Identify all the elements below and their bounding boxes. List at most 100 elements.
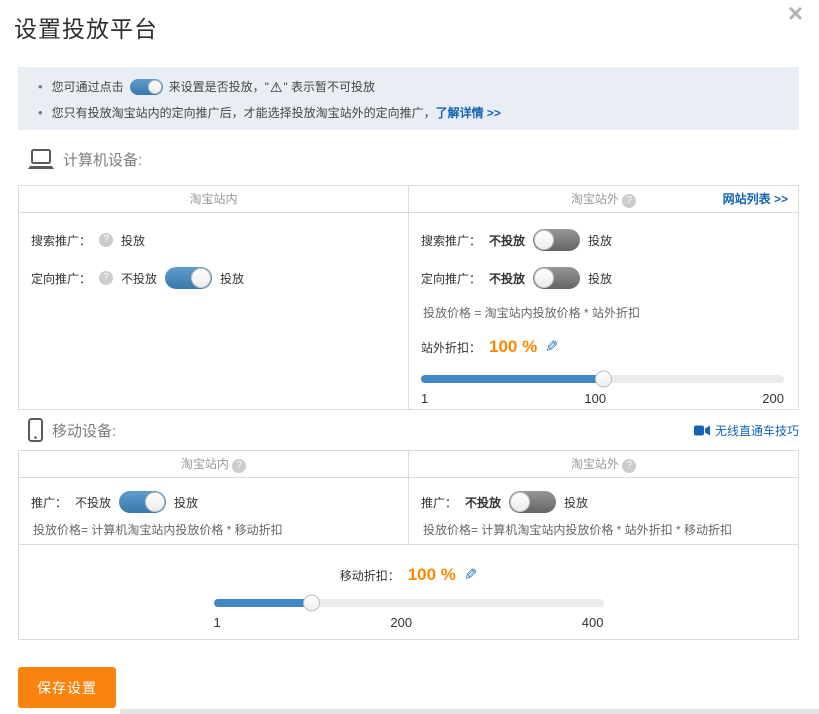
row-label: 推广：	[31, 494, 67, 511]
header-taobao-outside: 淘宝站外 ?	[408, 451, 798, 477]
notice-text: " 表示暂不可投放	[283, 77, 375, 97]
promo-row: 推广： 不投放 投放	[421, 491, 784, 513]
mobile-outside-cell: 推广： 不投放 投放 投放价格= 计算机淘宝站内投放价格 * 站外折扣 * 移动…	[408, 478, 798, 544]
search-promo-row: 搜索推广： ? 投放	[31, 229, 394, 251]
slider-knob[interactable]	[303, 595, 320, 612]
notice-line-2: • 您只有投放淘宝站内的定向推广后，才能选择投放淘宝站外的定向推广， 了解详情 …	[32, 103, 785, 123]
slider-max-label: 200	[762, 391, 784, 406]
off-label: 不投放	[465, 494, 501, 511]
mobile-table-header: 淘宝站内 ? 淘宝站外 ?	[19, 451, 798, 478]
computer-section-label: 计算机设备:	[63, 149, 142, 170]
slider-track[interactable]	[421, 375, 784, 383]
slider-fill	[421, 375, 603, 383]
computer-table: 淘宝站内 淘宝站外 ? 网站列表 >> 搜索推广： ? 投放 定向推广： ? 不…	[18, 185, 799, 410]
header-label: 淘宝站外	[571, 192, 619, 206]
slider-mid-label: 200	[390, 615, 412, 630]
notice-text: 您可通过点击	[52, 77, 124, 97]
toggle-knob	[191, 268, 211, 288]
page-bottom-edge	[120, 709, 819, 714]
header-taobao-inside: 淘宝站内	[19, 186, 408, 212]
mobile-section-label: 移动设备:	[52, 420, 116, 441]
computer-outside-search-toggle[interactable]	[533, 229, 580, 251]
targeted-promo-row: 定向推广： 不投放 投放	[421, 267, 784, 289]
off-label: 不投放	[489, 270, 525, 287]
off-label: 不投放	[75, 494, 111, 511]
computer-outside-targeted-toggle[interactable]	[533, 267, 580, 289]
discount-label: 移动折扣：	[340, 567, 400, 584]
slider-track[interactable]	[214, 599, 604, 607]
notice-text: 来设置是否投放，"	[169, 77, 269, 97]
help-icon[interactable]: ?	[99, 271, 113, 285]
wireless-tips-label: 无线直通车技巧	[715, 422, 799, 439]
mobile-inside-cell: 推广： 不投放 投放 投放价格= 计算机淘宝站内投放价格 * 移动折扣	[19, 478, 408, 544]
discount-value: 100 %	[489, 337, 537, 357]
header-label: 淘宝站内	[189, 192, 237, 206]
mobile-discount-row: 移动折扣： 100 % ✎	[19, 563, 798, 587]
toggle-knob	[145, 492, 165, 512]
mobile-discount-slider[interactable]: 1 200 400	[214, 599, 604, 630]
mobile-table: 淘宝站内 ? 淘宝站外 ? 推广： 不投放 投放 投放价格= 计算机淘宝站内投放…	[18, 450, 799, 640]
toggle-knob	[534, 230, 554, 250]
on-label: 投放	[174, 494, 198, 511]
on-label: 投放	[588, 232, 612, 249]
wireless-tips-link[interactable]: 无线直通车技巧	[694, 422, 799, 439]
row-label: 定向推广：	[421, 270, 481, 287]
promo-row: 推广： 不投放 投放	[31, 491, 394, 513]
computer-table-header: 淘宝站内 淘宝站外 ? 网站列表 >>	[19, 186, 798, 213]
website-list-link[interactable]: 网站列表 >>	[723, 186, 788, 213]
slider-mid-label: 100	[584, 391, 606, 406]
edit-mobile-discount-icon[interactable]: ✎	[464, 565, 477, 585]
notice-box: • 您可通过点击 来设置是否投放，" ⚠ " 表示暂不可投放 • 您只有投放淘宝…	[18, 67, 799, 130]
computer-outside-cell: 搜索推广： 不投放 投放 定向推广： 不投放 投放 投放价格 = 淘宝站内投放价…	[408, 213, 798, 409]
header-taobao-outside: 淘宝站外 ? 网站列表 >>	[408, 186, 798, 212]
header-label: 淘宝站外	[571, 457, 619, 471]
row-label: 搜索推广：	[31, 232, 91, 249]
on-label: 投放	[564, 494, 588, 511]
mobile-inside-toggle[interactable]	[119, 491, 166, 513]
slider-fill	[214, 599, 312, 607]
mobile-icon	[28, 418, 43, 442]
notice-text: 您只有投放淘宝站内的定向推广后，才能选择投放淘宝站外的定向推广，	[52, 103, 436, 123]
bullet-icon: •	[38, 103, 43, 123]
computer-inside-cell: 搜索推广： ? 投放 定向推广： ? 不投放 投放	[19, 213, 408, 409]
mobile-section-header: 移动设备: 无线直通车技巧	[18, 417, 799, 443]
computer-icon	[28, 149, 54, 170]
video-icon	[694, 425, 710, 436]
on-label: 投放	[588, 270, 612, 287]
price-formula: 投放价格= 计算机淘宝站内投放价格 * 站外折扣 * 移动折扣	[423, 522, 784, 538]
notice-line-1: • 您可通过点击 来设置是否投放，" ⚠ " 表示暂不可投放	[32, 77, 785, 97]
computer-inside-targeted-toggle[interactable]	[165, 267, 212, 289]
help-icon[interactable]: ?	[622, 459, 636, 473]
help-icon[interactable]: ?	[99, 233, 113, 247]
warning-icon: ⚠	[270, 77, 283, 97]
help-icon[interactable]: ?	[622, 194, 636, 208]
discount-label: 站外折扣：	[421, 339, 481, 356]
header-taobao-inside: 淘宝站内 ?	[19, 451, 408, 477]
page-title: 设置投放平台	[14, 10, 158, 44]
targeted-promo-row: 定向推广： ? 不投放 投放	[31, 267, 394, 289]
row-label: 搜索推广：	[421, 232, 481, 249]
price-formula: 投放价格 = 淘宝站内投放价格 * 站外折扣	[423, 305, 784, 321]
slider-min-label: 1	[421, 391, 428, 406]
offsite-discount-slider[interactable]: 1 100 200	[421, 375, 784, 406]
slider-knob[interactable]	[595, 371, 612, 388]
edit-offsite-discount-icon[interactable]: ✎	[545, 337, 558, 357]
search-promo-row: 搜索推广： 不投放 投放	[421, 229, 784, 251]
learn-more-link[interactable]: 了解详情 >>	[436, 103, 501, 123]
offsite-discount-row: 站外折扣： 100 % ✎	[421, 335, 784, 359]
close-icon[interactable]: ×	[788, 0, 803, 26]
save-settings-button[interactable]: 保存设置	[18, 667, 116, 708]
toggle-knob	[510, 492, 530, 512]
slider-min-label: 1	[214, 615, 221, 630]
toggle-knob	[534, 268, 554, 288]
mobile-outside-toggle[interactable]	[509, 491, 556, 513]
mobile-discount-panel: 移动折扣： 100 % ✎ 1 200 400	[19, 544, 798, 638]
example-toggle-icon	[130, 79, 163, 95]
off-label: 不投放	[121, 270, 157, 287]
computer-section-header: 计算机设备:	[18, 146, 799, 172]
on-label: 投放	[220, 270, 244, 287]
row-label: 推广：	[421, 494, 457, 511]
help-icon[interactable]: ?	[232, 459, 246, 473]
off-label: 不投放	[489, 232, 525, 249]
price-formula: 投放价格= 计算机淘宝站内投放价格 * 移动折扣	[33, 522, 394, 538]
